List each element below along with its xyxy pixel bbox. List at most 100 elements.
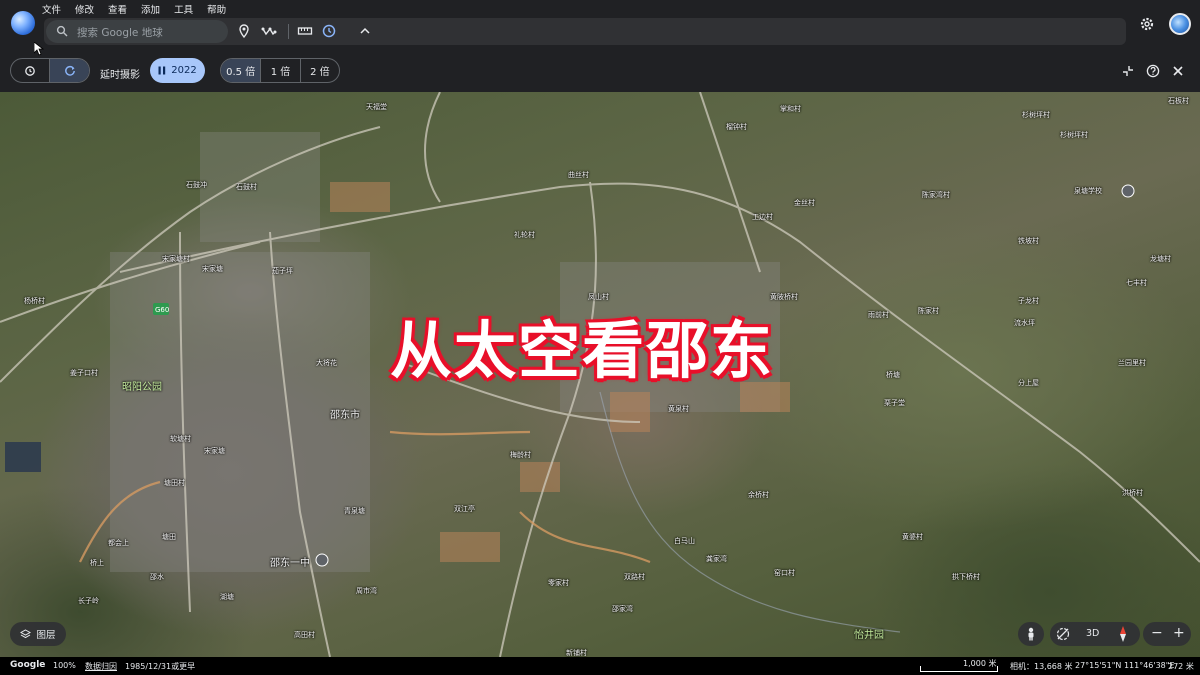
map-place-label[interactable]: 泉塘学校 [1074, 186, 1102, 196]
map-place-label[interactable]: 石鼓冲 [186, 180, 207, 190]
map-place-label[interactable]: 礼轮村 [514, 230, 535, 240]
path-icon[interactable] [261, 23, 277, 39]
map-place-label[interactable]: 怡井园 [854, 626, 884, 641]
map-place-label[interactable]: 黄婆村 [902, 532, 923, 542]
map-place-label[interactable]: 邵东一中 [270, 554, 310, 569]
compass-icon[interactable] [1116, 625, 1130, 643]
svg-text:G60: G60 [155, 306, 169, 314]
map-place-label[interactable]: 双江亭 [454, 504, 475, 514]
map-place-label[interactable]: 茄子坪 [272, 266, 293, 276]
zoom-out-button[interactable]: − [1151, 625, 1163, 641]
map-place-label[interactable]: 白马山 [674, 536, 695, 546]
pause-icon [158, 66, 166, 75]
map-place-label[interactable]: 宋家塘 [202, 264, 223, 274]
3d-toggle[interactable]: 3D [1086, 628, 1099, 639]
map-place-label[interactable]: 长子岭 [78, 596, 99, 606]
placemark-icon[interactable] [236, 23, 252, 39]
map-place-label[interactable]: 都会上 [108, 538, 129, 548]
map-place-label[interactable]: 流水坪 [1014, 318, 1035, 328]
map-place-label[interactable]: 桥上 [90, 558, 104, 568]
chevron-up-icon[interactable] [357, 23, 373, 39]
map-place-label[interactable]: 塘田村 [164, 478, 185, 488]
map-place-label[interactable]: 兰园里村 [1118, 358, 1146, 368]
menu-item-tools[interactable]: 工具 [174, 2, 193, 16]
map-place-label[interactable]: 软塘村 [170, 434, 191, 444]
historical-mode-button[interactable] [11, 59, 51, 82]
map-place-label[interactable]: 桥塘 [886, 370, 900, 380]
ruler-icon[interactable] [297, 23, 313, 39]
view-controls: 3D [1050, 622, 1140, 646]
layers-button[interactable]: 图层 [10, 622, 66, 646]
map-place-label[interactable]: 双路村 [624, 572, 645, 582]
menu-item-file[interactable]: 文件 [42, 2, 61, 16]
map-place-label[interactable]: 黄陂桥村 [770, 292, 798, 302]
map-place-label[interactable]: 邵家湾 [612, 604, 633, 614]
map-place-label[interactable]: 龙塘村 [1150, 254, 1171, 264]
speed-option-0-5x[interactable]: 0.5 倍 [221, 59, 261, 82]
map-place-label[interactable]: 龚家湾 [706, 554, 727, 564]
account-avatar[interactable] [1169, 13, 1191, 35]
map-place-label[interactable]: 大将花 [316, 358, 337, 368]
map-place-label[interactable]: 分上屋 [1018, 378, 1039, 388]
map-place-label[interactable]: 杉树坪村 [1060, 130, 1088, 140]
satellite-map-view[interactable]: G60 天福堂 掌和村 石板村 杉树坪村 榴钟村 杉树坪村 石鼓冲 石鼓村 曲丝村 陈家湾村 泉塘学… [0, 92, 1200, 657]
map-place-label[interactable]: 余桥村 [748, 490, 769, 500]
close-icon[interactable] [1171, 64, 1185, 78]
historical-imagery-icon[interactable] [321, 23, 337, 39]
map-place-label[interactable]: 邵水 [150, 572, 164, 582]
menu-item-help[interactable]: 帮助 [207, 2, 226, 16]
data-attribution-link[interactable]: 数据归因 [85, 661, 117, 672]
map-place-label[interactable]: 黄泉村 [668, 404, 689, 414]
map-place-label[interactable]: 曲丝村 [568, 170, 589, 180]
help-icon[interactable] [1146, 64, 1160, 78]
google-earth-logo-icon[interactable] [11, 11, 35, 35]
map-place-label[interactable]: 宋家塘村 [162, 254, 190, 264]
map-place-label[interactable]: 掌和村 [780, 104, 801, 114]
map-place-label[interactable]: 工边村 [752, 212, 773, 222]
gear-icon[interactable] [1138, 15, 1156, 33]
map-place-label[interactable]: 洪桥村 [1122, 488, 1143, 498]
map-place-label[interactable]: 青泉塘 [344, 506, 365, 516]
map-place-label[interactable]: 金丝村 [794, 198, 815, 208]
map-place-label[interactable]: 铁坡村 [1018, 236, 1039, 246]
map-place-label[interactable]: 湖塘 [220, 592, 234, 602]
map-place-label[interactable]: 天福堂 [366, 102, 387, 112]
speed-option-2x[interactable]: 2 倍 [299, 59, 339, 82]
layers-label: 图层 [36, 630, 56, 641]
map-place-label[interactable]: 零家村 [548, 578, 569, 588]
menu-item-view[interactable]: 查看 [108, 2, 127, 16]
map-place-label[interactable]: 雨前村 [868, 310, 889, 320]
street-view-button[interactable] [1018, 622, 1044, 646]
pause-year-button[interactable]: 2022 [150, 58, 205, 83]
map-place-label[interactable]: 子龙村 [1018, 296, 1039, 306]
map-place-label[interactable]: 昭阳公园 [122, 378, 162, 393]
map-place-label[interactable]: 栗子堂 [884, 398, 905, 408]
collapse-icon[interactable] [1121, 64, 1135, 78]
tilt-off-icon[interactable] [1055, 626, 1071, 642]
search-input[interactable]: 搜索 Google 地球 [46, 20, 228, 43]
map-place-label[interactable]: 石板村 [1168, 96, 1189, 106]
search-placeholder: 搜索 Google 地球 [77, 27, 163, 39]
map-place-label[interactable]: 姜子口村 [70, 368, 98, 378]
map-place-label[interactable]: 窑口村 [774, 568, 795, 578]
map-place-label[interactable]: 梅龄村 [510, 450, 531, 460]
map-place-label[interactable]: 石鼓村 [236, 182, 257, 192]
menu-item-edit[interactable]: 修改 [75, 2, 94, 16]
menu-item-add[interactable]: 添加 [141, 2, 160, 16]
map-place-label[interactable]: 陈家湾村 [922, 190, 950, 200]
map-place-label[interactable]: 七丰村 [1126, 278, 1147, 288]
map-place-label[interactable]: 塘田 [162, 532, 176, 542]
map-place-label[interactable]: 邵东市 [330, 406, 360, 421]
speed-option-1x[interactable]: 1 倍 [260, 59, 299, 82]
map-place-label[interactable]: 拱下桥村 [952, 572, 980, 582]
map-place-label[interactable]: 陈家村 [918, 306, 939, 316]
map-place-label[interactable]: 宋家塘 [204, 446, 225, 456]
map-place-label[interactable]: 新铺村 [566, 648, 587, 657]
zoom-in-button[interactable]: + [1173, 625, 1185, 641]
map-place-label[interactable]: 周市湾 [356, 586, 377, 596]
map-place-label[interactable]: 杉树坪村 [1022, 110, 1050, 120]
map-place-label[interactable]: 榴钟村 [726, 122, 747, 132]
timelapse-mode-button[interactable] [50, 59, 89, 82]
map-place-label[interactable]: 杨桥村 [24, 296, 45, 306]
map-place-label[interactable]: 高田村 [294, 630, 315, 640]
